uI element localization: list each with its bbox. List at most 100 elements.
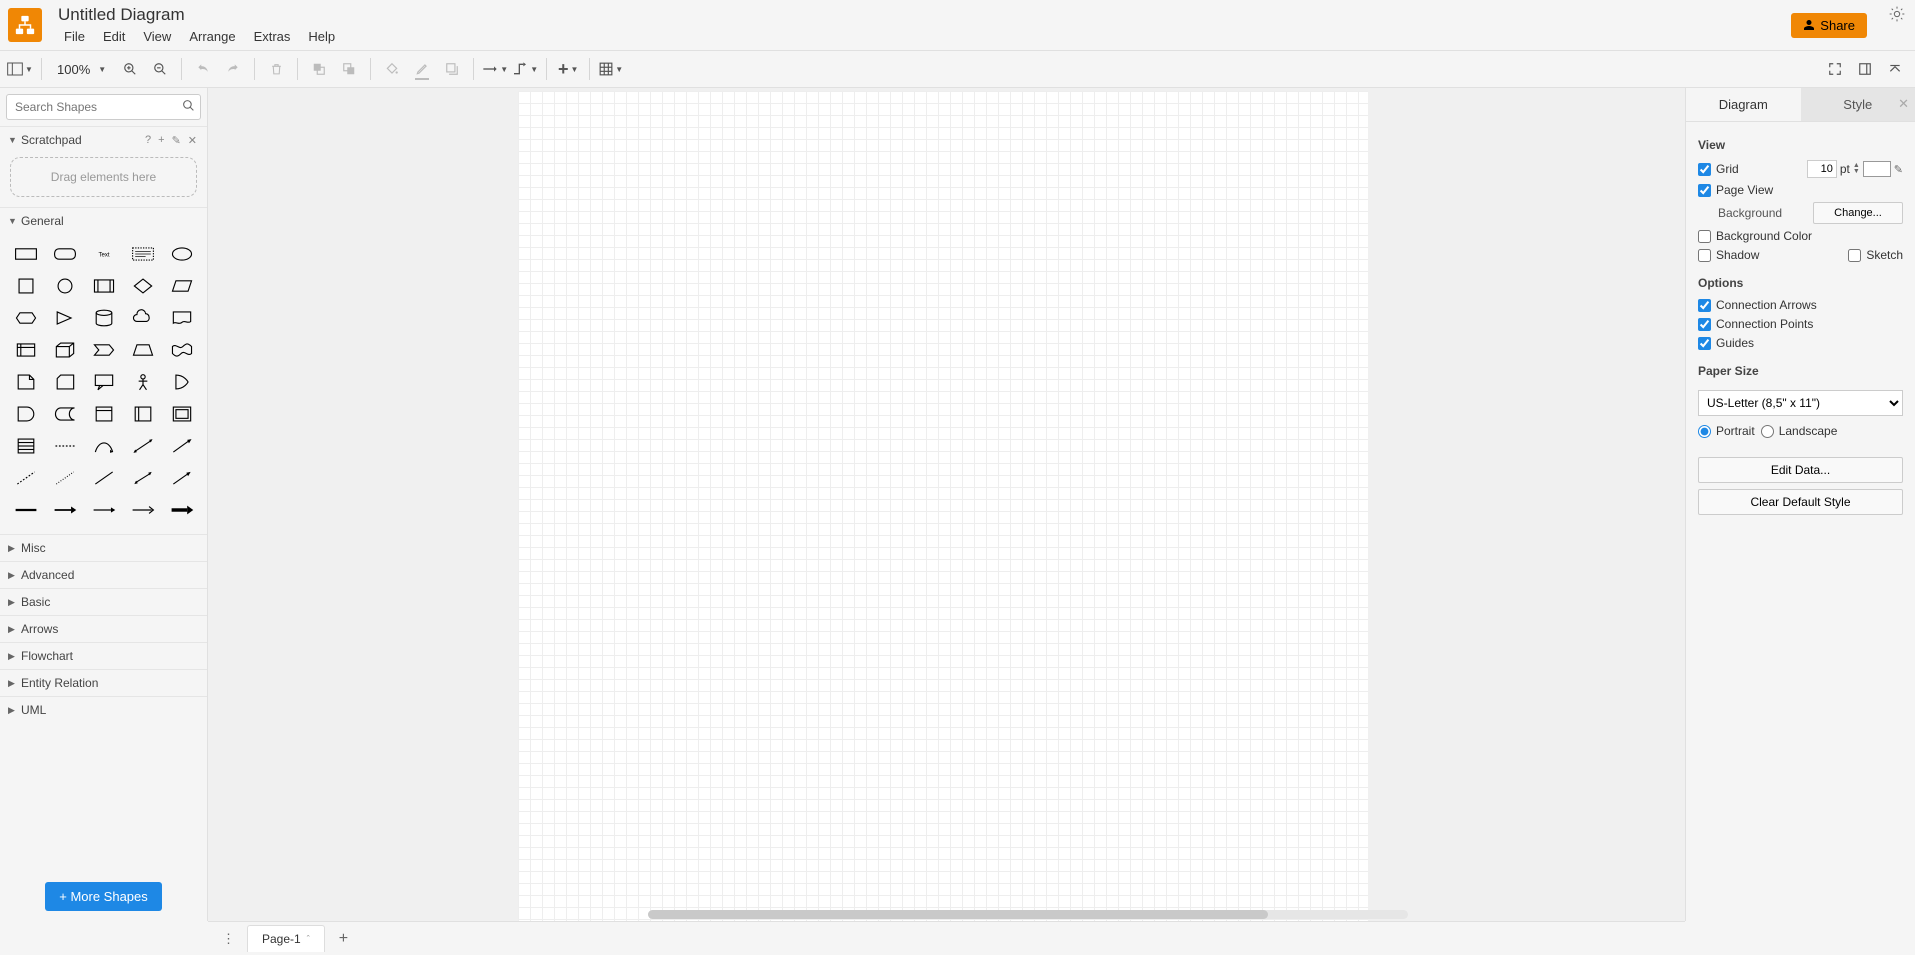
- category-arrows-header[interactable]: Arrows: [0, 616, 207, 642]
- zoom-in-button[interactable]: [116, 55, 144, 83]
- grid-checkbox-label[interactable]: Grid: [1698, 162, 1739, 176]
- connection-dropdown[interactable]: ▼: [481, 55, 509, 83]
- shape-hexagon[interactable]: [8, 304, 43, 332]
- conn-points-label[interactable]: Connection Points: [1698, 317, 1813, 331]
- conn-points-checkbox[interactable]: [1698, 318, 1711, 331]
- grid-checkbox[interactable]: [1698, 163, 1711, 176]
- insert-dropdown[interactable]: +▼: [554, 55, 582, 83]
- shape-bidir-arrow[interactable]: [125, 432, 160, 460]
- collapse-button[interactable]: [1881, 55, 1909, 83]
- shape-callout[interactable]: [86, 368, 121, 396]
- conn-arrows-label[interactable]: Connection Arrows: [1698, 298, 1817, 312]
- shape-open-arrow[interactable]: [125, 496, 160, 524]
- search-input[interactable]: [6, 94, 201, 120]
- shape-thin-arrow[interactable]: [86, 496, 121, 524]
- shape-dashed-line[interactable]: [8, 464, 43, 492]
- shape-data-storage[interactable]: [47, 400, 82, 428]
- shape-link[interactable]: [8, 496, 43, 524]
- change-background-button[interactable]: Change...: [1813, 202, 1903, 224]
- shape-cylinder[interactable]: [86, 304, 121, 332]
- grid-size-input[interactable]: [1807, 160, 1837, 178]
- shape-cloud[interactable]: [125, 304, 160, 332]
- portrait-label[interactable]: Portrait: [1698, 424, 1755, 438]
- category-advanced-header[interactable]: Advanced: [0, 562, 207, 588]
- category-flowchart-header[interactable]: Flowchart: [0, 643, 207, 669]
- shape-arrow-edge[interactable]: [47, 496, 82, 524]
- menu-view[interactable]: View: [135, 26, 179, 47]
- shadow-button[interactable]: [438, 55, 466, 83]
- h-scrollbar-thumb[interactable]: [648, 910, 1268, 919]
- category-misc-header[interactable]: Misc: [0, 535, 207, 561]
- scratchpad-add[interactable]: +: [156, 134, 166, 147]
- shadow-checkbox[interactable]: [1698, 249, 1711, 262]
- shape-arrow[interactable]: [164, 432, 199, 460]
- conn-arrows-checkbox[interactable]: [1698, 299, 1711, 312]
- close-panel-icon[interactable]: ✕: [1898, 96, 1909, 112]
- shape-rounded-rectangle[interactable]: [47, 240, 82, 268]
- shape-circle[interactable]: [47, 272, 82, 300]
- canvas-area[interactable]: [208, 88, 1685, 921]
- view-dropdown[interactable]: ▼: [6, 55, 34, 83]
- zoom-out-button[interactable]: [146, 55, 174, 83]
- redo-button[interactable]: [219, 55, 247, 83]
- h-scrollbar[interactable]: [648, 910, 1408, 919]
- menu-file[interactable]: File: [56, 26, 93, 47]
- zoom-dropdown[interactable]: 100% ▼: [49, 62, 114, 77]
- category-basic-header[interactable]: Basic: [0, 589, 207, 615]
- shape-card[interactable]: [47, 368, 82, 396]
- grid-color-edit-icon[interactable]: ✎: [1894, 163, 1903, 176]
- landscape-radio[interactable]: [1761, 425, 1774, 438]
- shape-internal-storage[interactable]: [8, 336, 43, 364]
- menu-extras[interactable]: Extras: [246, 26, 299, 47]
- format-panel-toggle[interactable]: [1851, 55, 1879, 83]
- add-page-button[interactable]: +: [329, 926, 358, 952]
- shape-process[interactable]: [86, 272, 121, 300]
- clear-style-button[interactable]: Clear Default Style: [1698, 489, 1903, 515]
- shape-square[interactable]: [8, 272, 43, 300]
- share-button[interactable]: Share: [1791, 13, 1867, 38]
- document-title[interactable]: Untitled Diagram: [50, 4, 1791, 26]
- shape-solid-arrow[interactable]: [164, 496, 199, 524]
- shape-diamond[interactable]: [125, 272, 160, 300]
- scratchpad-edit[interactable]: ✎: [170, 134, 183, 147]
- grid-stepper[interactable]: ▲▼: [1853, 163, 1860, 175]
- shape-trapezoid[interactable]: [125, 336, 160, 364]
- fullscreen-button[interactable]: [1821, 55, 1849, 83]
- delete-button[interactable]: [262, 55, 290, 83]
- landscape-label[interactable]: Landscape: [1761, 424, 1838, 438]
- shape-dir-line[interactable]: [164, 464, 199, 492]
- to-front-button[interactable]: [305, 55, 333, 83]
- search-icon[interactable]: [182, 99, 195, 115]
- guides-label[interactable]: Guides: [1698, 336, 1754, 350]
- to-back-button[interactable]: [335, 55, 363, 83]
- tab-diagram[interactable]: Diagram: [1686, 88, 1801, 121]
- paper-size-select[interactable]: US-Letter (8,5" x 11"): [1698, 390, 1903, 416]
- table-dropdown[interactable]: ▼: [597, 55, 625, 83]
- canvas-scroll[interactable]: [208, 88, 1685, 921]
- menu-help[interactable]: Help: [300, 26, 343, 47]
- page-menu-icon[interactable]: ⋮: [214, 931, 243, 947]
- undo-button[interactable]: [189, 55, 217, 83]
- edit-data-button[interactable]: Edit Data...: [1698, 457, 1903, 483]
- category-uml-header[interactable]: UML: [0, 697, 207, 723]
- guides-checkbox[interactable]: [1698, 337, 1711, 350]
- shape-rectangle[interactable]: [8, 240, 43, 268]
- scratchpad-dropzone[interactable]: Drag elements here: [10, 157, 197, 197]
- shape-frame[interactable]: [164, 400, 199, 428]
- portrait-radio[interactable]: [1698, 425, 1711, 438]
- page-tab-1[interactable]: Page-1 ˆ: [247, 925, 325, 952]
- shape-document[interactable]: [164, 304, 199, 332]
- shape-ellipse[interactable]: [164, 240, 199, 268]
- shape-container[interactable]: [86, 400, 121, 428]
- shape-triangle[interactable]: [47, 304, 82, 332]
- scratchpad-help[interactable]: ?: [143, 134, 153, 147]
- shape-line[interactable]: [86, 464, 121, 492]
- menu-arrange[interactable]: Arrange: [181, 26, 243, 47]
- pageview-checkbox[interactable]: [1698, 184, 1711, 197]
- shape-step[interactable]: [86, 336, 121, 364]
- diagram-page[interactable]: [518, 91, 1368, 921]
- sketch-checkbox[interactable]: [1848, 249, 1861, 262]
- shape-textbox[interactable]: [125, 240, 160, 268]
- bgcolor-checkbox-label[interactable]: Background Color: [1698, 229, 1812, 243]
- line-color-button[interactable]: [408, 55, 436, 83]
